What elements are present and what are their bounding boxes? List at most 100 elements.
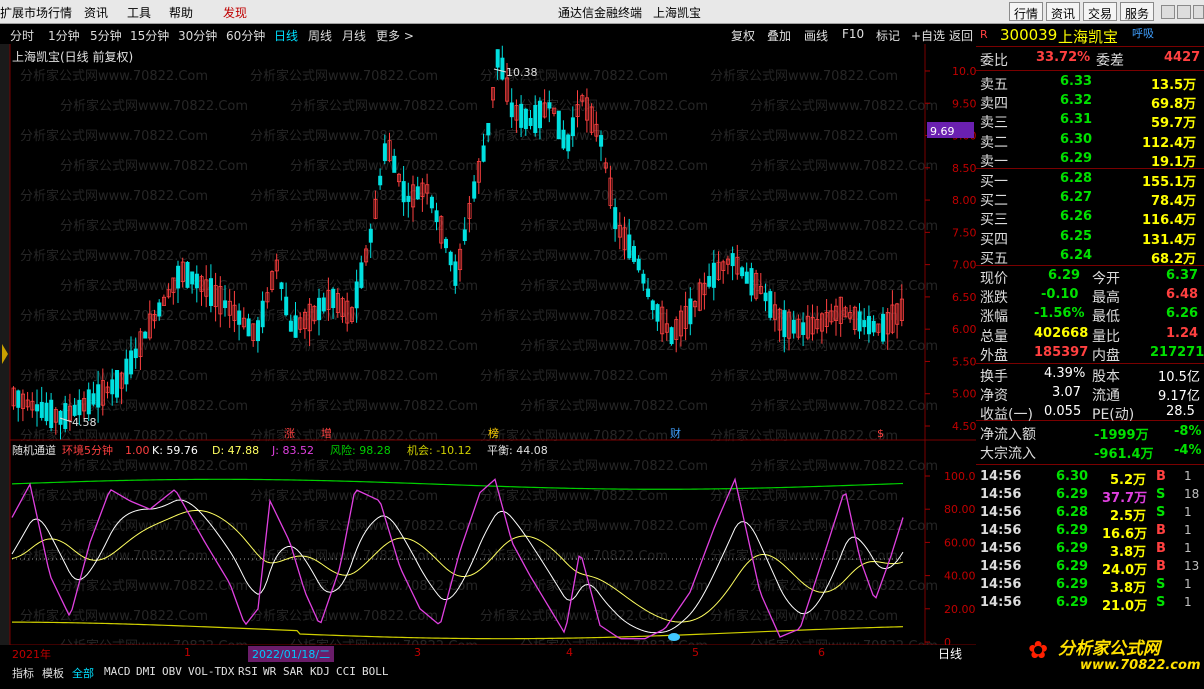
bid-row: 买四 6.25 131.4万 — [976, 229, 1200, 248]
tool-back[interactable]: 返回 — [949, 27, 973, 44]
tab-sar[interactable]: SAR — [283, 665, 303, 678]
tick-count: 1 — [1184, 523, 1192, 537]
period-more[interactable]: 更多 > — [376, 27, 414, 44]
chart-title: 上海凯宝(日线 前复权) — [12, 49, 133, 64]
tab-template[interactable]: 模板 — [42, 665, 64, 681]
watermark-text: 分析家公式网www.70822.Com — [290, 638, 478, 645]
tab-dmi[interactable]: DMI — [136, 665, 156, 678]
tick-volume: 37.7万 — [1102, 491, 1148, 506]
chart-area[interactable]: 分析家公式网www.70822.Com 分析家公式网www.70822.Com 分析… — [0, 44, 976, 645]
tab-kdj[interactable]: KDJ — [310, 665, 330, 678]
bid-volume: 68.2万 — [1151, 251, 1197, 267]
watermark-text: 分析家公式网www.70822.Com — [60, 578, 248, 594]
tab-boll[interactable]: BOLL — [362, 665, 389, 678]
tool-add-fav[interactable]: +自选 — [911, 27, 945, 44]
tool-adjust[interactable]: 复权 — [731, 27, 755, 44]
watermark-text: 分析家公式网www.70822.Com — [520, 158, 708, 174]
stat-value: -1.56% — [1034, 306, 1085, 322]
watermark-text: 分析家公式网www.70822.Com — [60, 458, 248, 474]
date-m4: 4 — [566, 646, 573, 659]
flow-row: 大宗流入 -961.4万 -4% — [976, 443, 1201, 462]
bid-row: 买二 6.27 78.4万 — [976, 190, 1200, 209]
candle-body — [190, 271, 195, 285]
tab-indicator[interactable]: 指标 — [12, 665, 34, 681]
candle-body — [538, 100, 543, 129]
menu-tools[interactable]: 工具 — [127, 4, 151, 21]
fund-row: 换手 4.39% 股本 10.5亿 — [976, 366, 1200, 385]
event-mark-cai[interactable]: 财 — [670, 426, 681, 440]
info-button[interactable]: 资讯 — [1046, 2, 1081, 21]
tick-volume: 3.8万 — [1110, 581, 1147, 596]
ask-volume: 19.1万 — [1151, 154, 1197, 170]
period-monthly[interactable]: 月线 — [342, 27, 366, 44]
price-tick: 7.00 — [952, 259, 976, 272]
watermark-layer: 分析家公式网www.70822.Com 分析家公式网www.70822.Com 分析… — [20, 68, 938, 645]
period-60min[interactable]: 60分钟 — [226, 27, 265, 44]
watermark-text: 分析家公式网www.70822.Com — [710, 368, 898, 384]
tick-price: 6.28 — [1056, 505, 1089, 520]
tool-draw[interactable]: 画线 — [804, 27, 828, 44]
tool-f10[interactable]: F10 — [842, 27, 864, 41]
menu-discover[interactable]: 发现 — [223, 4, 247, 21]
event-mark-zhang[interactable]: 涨 — [284, 427, 295, 440]
menu-news[interactable]: 资讯 — [84, 4, 108, 21]
fund-label: PE(动) — [1092, 407, 1135, 423]
tab-vol-tdx[interactable]: VOL-TDX — [188, 665, 234, 678]
tab-cci[interactable]: CCI — [336, 665, 356, 678]
tab-obv[interactable]: OBV — [162, 665, 182, 678]
candle-body — [157, 302, 162, 317]
candle-body — [223, 300, 228, 309]
menu-help[interactable]: 帮助 — [169, 4, 193, 21]
stat-value: -0.10 — [1041, 287, 1079, 303]
period-5min[interactable]: 5分钟 — [90, 27, 122, 44]
bid-volume: 116.4万 — [1142, 213, 1197, 229]
tab-all[interactable]: 全部 — [72, 665, 94, 681]
tab-macd[interactable]: MACD — [104, 665, 131, 678]
menu-ext-market[interactable]: 扩展市场行情 — [0, 4, 72, 21]
tick-time: 14:56 — [980, 595, 1022, 610]
candle-body — [288, 320, 293, 332]
candle-body — [321, 297, 326, 312]
period-15min[interactable]: 15分钟 — [130, 27, 169, 44]
stat-row: 涨跌 -0.10 最高 6.48 — [976, 287, 1200, 307]
indicator-name[interactable]: 随机通道 — [12, 443, 56, 457]
period-intraday[interactable]: 分时 — [10, 27, 34, 44]
candle-body — [533, 104, 538, 134]
service-button[interactable]: 服务 — [1120, 2, 1155, 21]
date-axis: 2021年 1 2022/01/18/二 3 4 5 6 — [10, 645, 975, 662]
price-tick: 7.50 — [952, 226, 976, 239]
tab-rsi[interactable]: RSI — [238, 665, 258, 678]
tick-side: S — [1156, 505, 1166, 520]
event-mark-zeng[interactable]: 增 — [321, 426, 332, 440]
trade-button[interactable]: 交易 — [1083, 2, 1118, 21]
period-1min[interactable]: 1分钟 — [48, 27, 80, 44]
maximize-icon[interactable] — [1177, 5, 1191, 19]
event-mark-bang[interactable]: 榜 — [488, 426, 499, 440]
stat-value: 1.24 — [1166, 325, 1199, 341]
fund-label: 换手 — [980, 369, 1008, 385]
event-mark-dollar[interactable]: $ — [877, 427, 884, 440]
tick-count: 18 — [1184, 487, 1200, 501]
candle-body — [86, 389, 91, 415]
left-splitter[interactable] — [0, 44, 10, 645]
tool-overlay[interactable]: 叠加 — [767, 27, 791, 44]
watermark-text: 分析家公式网www.70822.Com — [710, 428, 898, 444]
bid-row: 买三 6.26 116.4万 — [976, 209, 1200, 229]
logo-url: www.70822.com — [1080, 658, 1201, 673]
period-weekly[interactable]: 周线 — [308, 27, 332, 44]
watermark-text: 分析家公式网www.70822.Com — [480, 428, 668, 444]
stat-label: 最高 — [1092, 290, 1120, 307]
period-daily[interactable]: 日线 — [274, 27, 298, 44]
period-30min[interactable]: 30分钟 — [178, 27, 217, 44]
candle-body — [284, 296, 289, 316]
candle-body — [115, 369, 120, 398]
price-tick: 6.00 — [952, 323, 976, 336]
minimize-icon[interactable] — [1161, 5, 1175, 19]
close-icon[interactable] — [1193, 5, 1204, 19]
tool-mark[interactable]: 标记 — [876, 27, 900, 44]
tab-wr[interactable]: WR — [263, 665, 276, 678]
tick-count: 1 — [1184, 577, 1192, 591]
ask-row: 卖四 6.32 69.8万 — [976, 93, 1200, 112]
candle-body — [655, 304, 660, 322]
quote-button[interactable]: 行情 — [1009, 2, 1044, 21]
